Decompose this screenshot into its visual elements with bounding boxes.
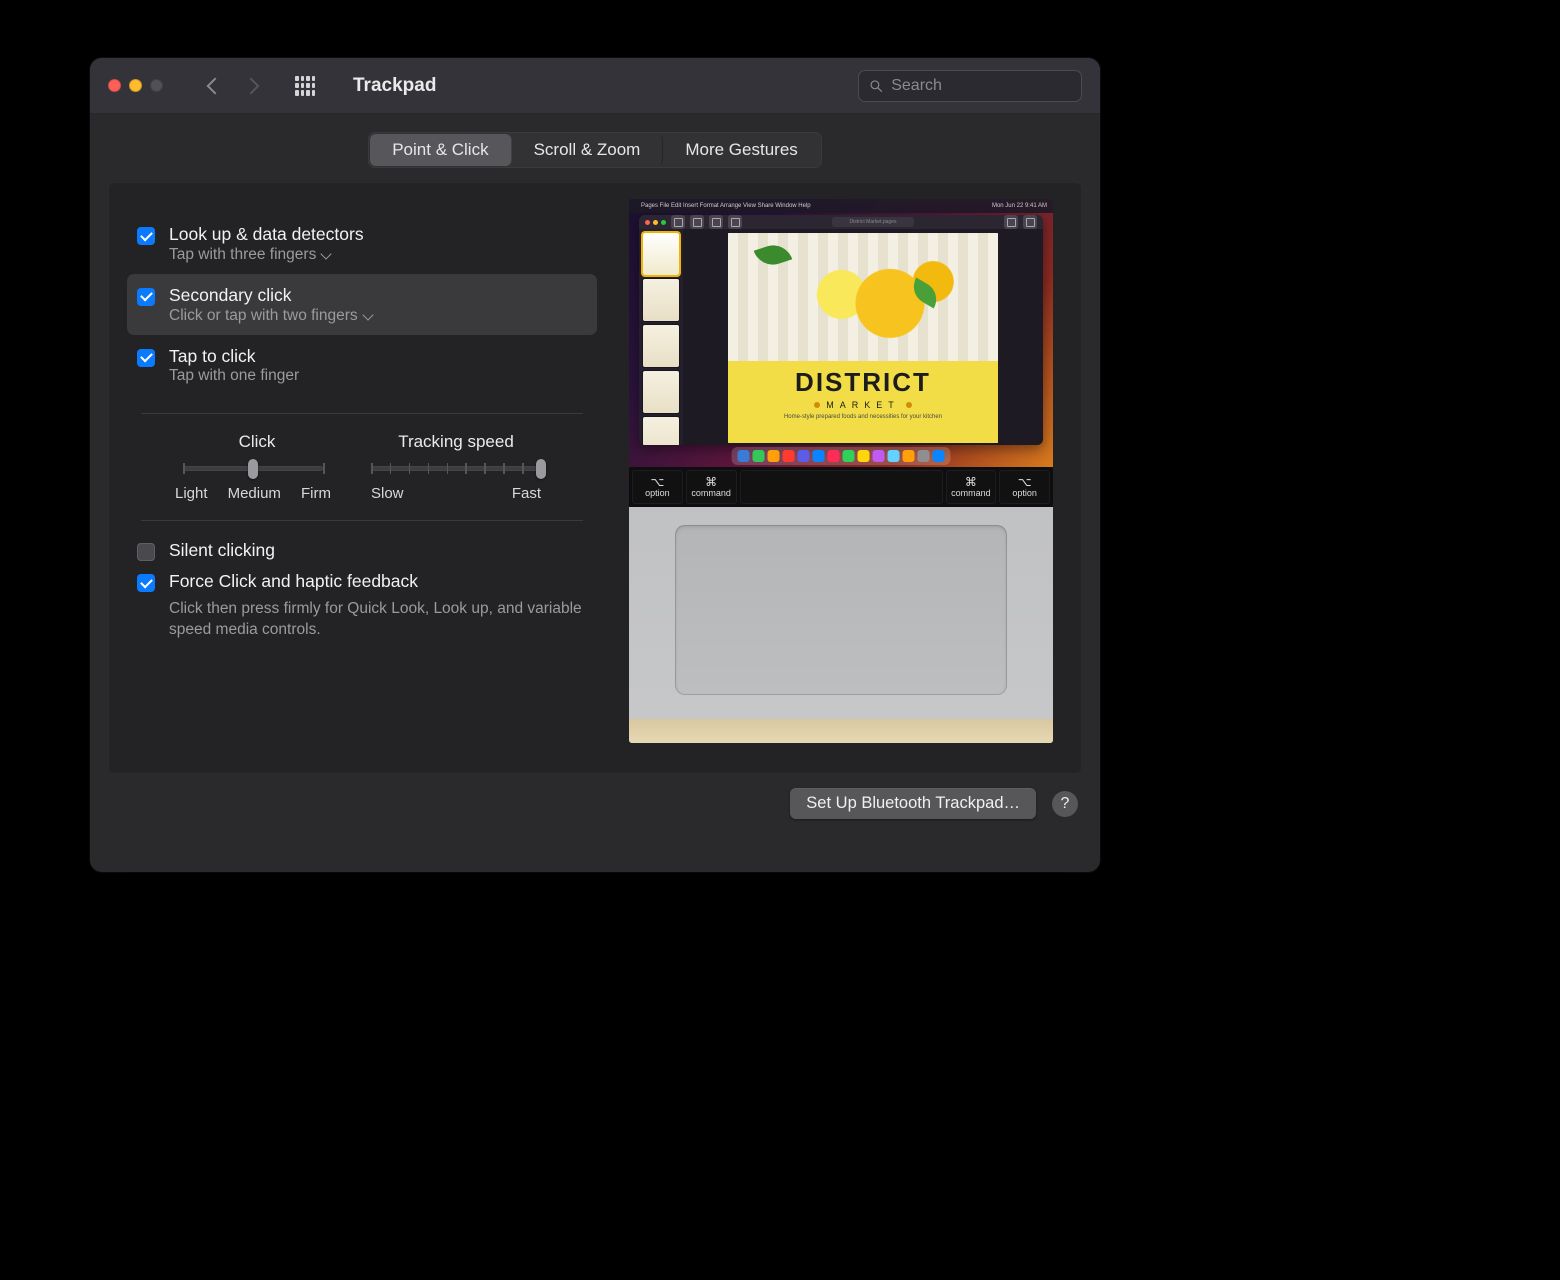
checkbox-secondary[interactable] — [137, 288, 155, 306]
option-sub-dropdown[interactable]: Tap with three fingers — [169, 246, 364, 264]
option-lookup[interactable]: Look up & data detectors Tap with three … — [127, 213, 597, 274]
help-button[interactable]: ? — [1052, 791, 1078, 817]
options-column: Look up & data detectors Tap with three … — [109, 199, 607, 743]
checkbox-lookup[interactable] — [137, 227, 155, 245]
back-button[interactable] — [207, 77, 224, 94]
option-title: Tap to click — [169, 345, 299, 368]
tab-point-click[interactable]: Point & Click — [370, 134, 511, 166]
option-sub-dropdown[interactable]: Click or tap with two fingers — [169, 307, 372, 325]
slider-min-label: Light — [175, 485, 208, 502]
search-field[interactable] — [858, 70, 1082, 102]
preview-dock — [732, 447, 951, 465]
setup-bluetooth-button[interactable]: Set Up Bluetooth Trackpad… — [790, 788, 1036, 819]
preview-tagline: Home-style prepared foods and necessitie… — [784, 414, 942, 420]
titlebar: Trackpad — [90, 58, 1100, 114]
chevron-down-icon — [362, 309, 373, 320]
click-slider[interactable] — [183, 466, 323, 471]
tracking-slider[interactable] — [371, 466, 541, 471]
forward-button — [243, 77, 260, 94]
option-force-click[interactable]: Force Click and haptic feedback Click th… — [127, 566, 597, 651]
tab-more-gestures[interactable]: More Gestures — [663, 134, 819, 166]
close-button[interactable] — [108, 79, 121, 92]
slider-max-label: Firm — [301, 485, 331, 502]
zoom-button — [150, 79, 163, 92]
show-all-icon[interactable] — [295, 76, 315, 96]
option-secondary-click[interactable]: Secondary click Click or tap with two fi… — [127, 274, 597, 335]
search-icon — [869, 78, 883, 94]
minimize-button[interactable] — [129, 79, 142, 92]
tracking-slider-block: Tracking speed Slow Fast — [371, 432, 541, 502]
option-title: Secondary click — [169, 284, 372, 307]
slider-min-label: Slow — [371, 485, 404, 502]
slider-label: Tracking speed — [371, 432, 541, 452]
option-title: Silent clicking — [169, 539, 275, 562]
window-title: Trackpad — [353, 75, 436, 97]
preferences-window: Trackpad Point & Click Scroll & Zoom Mor… — [90, 58, 1100, 872]
search-input[interactable] — [891, 77, 1071, 95]
checkbox-force-click[interactable] — [137, 574, 155, 592]
trackpad-surface — [675, 525, 1007, 695]
preview-app-window: District Market.pages DISTRICT — [639, 215, 1043, 445]
window-controls — [108, 79, 163, 92]
preview-sub: MARKET — [814, 400, 912, 410]
option-title: Look up & data detectors — [169, 223, 364, 246]
slider-mid-label: Medium — [228, 485, 281, 502]
option-tap-to-click[interactable]: Tap to click Tap with one finger — [127, 335, 597, 396]
gesture-preview: Pages File Edit Insert Format Arrange Vi… — [629, 199, 1053, 743]
tab-scroll-zoom[interactable]: Scroll & Zoom — [512, 134, 664, 166]
footer: Set Up Bluetooth Trackpad… ? — [90, 774, 1100, 819]
preview-menubar: Pages File Edit Insert Format Arrange Vi… — [629, 199, 1053, 213]
slider-max-label: Fast — [512, 485, 541, 502]
chevron-down-icon — [321, 248, 332, 259]
nav-arrows — [209, 80, 257, 92]
sliders-row: Click Light Medium Firm Tracking speed S… — [127, 432, 597, 502]
option-description: Click then press firmly for Quick Look, … — [169, 599, 583, 641]
slider-label: Click — [183, 432, 331, 452]
preview-screen: Pages File Edit Insert Format Arrange Vi… — [629, 199, 1053, 467]
checkbox-silent[interactable] — [137, 543, 155, 561]
click-slider-block: Click Light Medium Firm — [183, 432, 331, 502]
settings-panel: Look up & data detectors Tap with three … — [108, 182, 1082, 774]
checkbox-tap[interactable] — [137, 349, 155, 367]
option-sub: Tap with one finger — [169, 367, 299, 385]
tab-bar: Point & Click Scroll & Zoom More Gesture… — [90, 132, 1100, 168]
divider — [141, 520, 583, 521]
preview-trackpad: ⌥option⌘command⌘command⌥option — [629, 467, 1053, 743]
preview-brand: DISTRICT — [795, 367, 931, 398]
option-title: Force Click and haptic feedback — [169, 570, 583, 593]
option-silent-clicking[interactable]: Silent clicking — [127, 539, 597, 566]
divider — [141, 413, 583, 414]
